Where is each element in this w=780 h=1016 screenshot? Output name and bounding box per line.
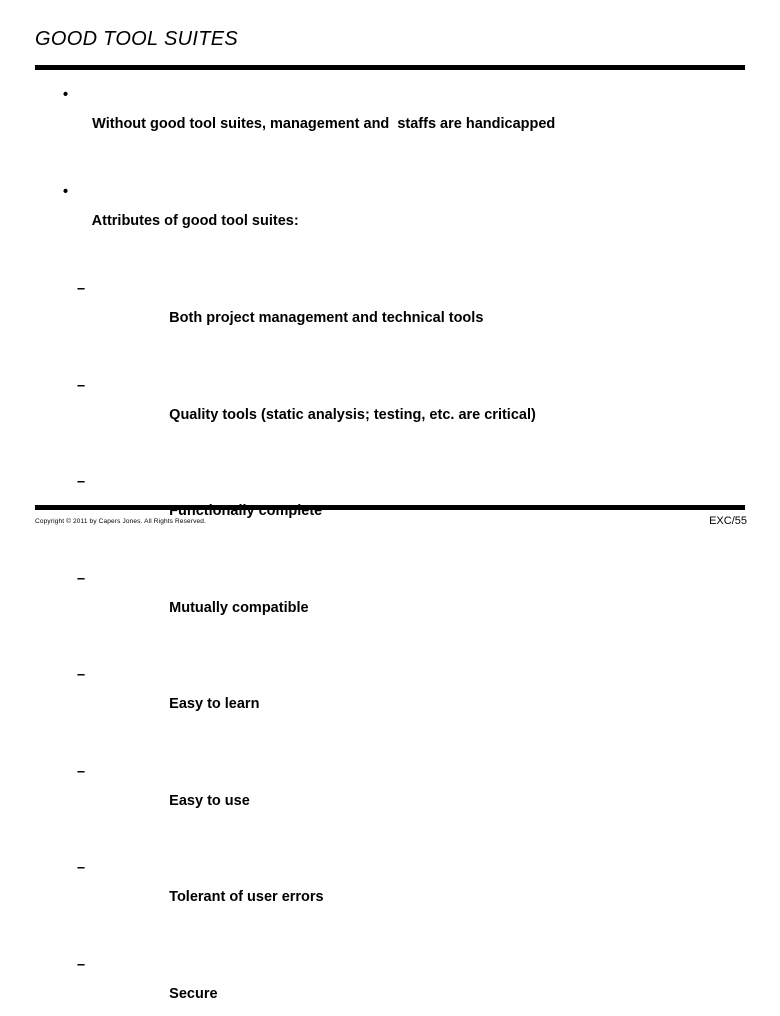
page-identifier: EXC/55	[709, 515, 747, 527]
bullet-level2-item: – Quality tools (static analysis; testin…	[0, 377, 780, 437]
bullet-dash-icon: –	[77, 570, 86, 587]
bullet-level2-label: Secure	[169, 985, 218, 1002]
bullet-dot-icon: •	[63, 87, 69, 103]
bullet-level2-item: – Tolerant of user errors	[0, 861, 780, 919]
bullet-level2-label: Quality tools (static analysis; testing,…	[169, 406, 536, 423]
slide-body: • Without good tool suites, management a…	[0, 88, 780, 1016]
bullet-dash-icon: –	[77, 860, 86, 876]
bullet-dash-icon: –	[77, 667, 86, 683]
bullet-level2-item: – Mutually compatible	[0, 570, 780, 630]
bullet-dash-icon: –	[77, 377, 86, 394]
page-title: GOOD TOOL SUITES	[35, 28, 238, 50]
bullet-level2-label: Easy to use	[169, 792, 250, 809]
bullet-dot-icon: •	[63, 184, 69, 200]
bullet-level2-item: – Easy to use	[0, 763, 780, 823]
bullet-dash-icon: –	[77, 956, 86, 973]
bullet-level1-item: • Without good tool suites, management a…	[0, 88, 780, 146]
copyright-notice: Copyright © 2011 by Capers Jones. All Ri…	[35, 518, 207, 525]
bullet-level1-label: Without good tool suites, management and…	[92, 116, 556, 132]
bullet-level1-label: Attributes of good tool suites:	[91, 213, 299, 229]
bullet-dash-icon: –	[77, 281, 86, 297]
title-divider-rule	[35, 65, 745, 70]
footer-divider-rule	[35, 505, 745, 510]
bullet-level2-label: Both project management and technical to…	[169, 310, 484, 326]
bullet-level1-item: • Attributes of good tool suites:	[0, 185, 780, 243]
bullet-dash-icon: –	[77, 474, 86, 490]
bullet-level2-label: Tolerant of user errors	[169, 889, 324, 905]
bullet-level2-item: – Both project management and technical …	[0, 282, 780, 340]
bullet-level2-item: – Secure	[0, 956, 780, 1016]
bullet-level2-item: – Easy to learn	[0, 668, 780, 726]
bullet-level2-label: Easy to learn	[169, 696, 260, 712]
bullet-dash-icon: –	[77, 763, 86, 780]
bullet-level2-label: Mutually compatible	[169, 599, 309, 616]
slide: GOOD TOOL SUITES • Without good tool sui…	[0, 0, 780, 1001]
